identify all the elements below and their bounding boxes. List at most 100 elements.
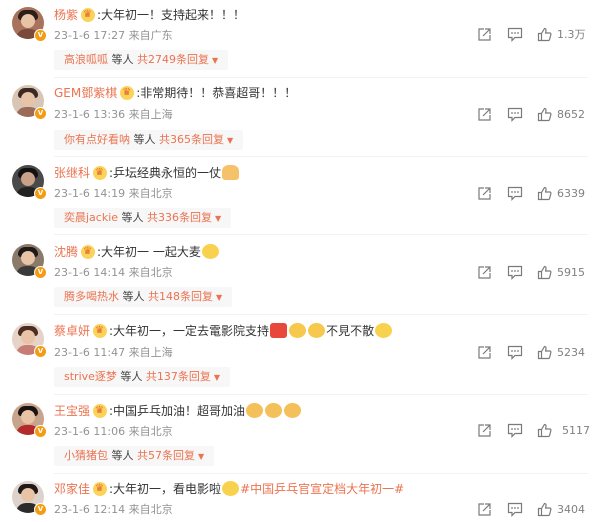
divider: [54, 234, 588, 235]
comment-icon[interactable]: [507, 265, 523, 281]
like-count: 5915: [557, 266, 585, 279]
like-icon[interactable]: [537, 107, 552, 123]
crown-icon: [81, 244, 96, 260]
reply-user[interactable]: 奕晨jackie: [64, 211, 118, 224]
like-icon[interactable]: [537, 27, 552, 43]
comment-text: :大年初一，一定去電影院支持: [109, 324, 270, 338]
like-icon[interactable]: [537, 186, 552, 202]
reply-mid-text: 等人: [122, 290, 145, 303]
forward-icon[interactable]: [477, 27, 492, 43]
comment-line: 王宝强:中国乒乓加油！超哥加油: [54, 403, 302, 419]
forward-icon[interactable]: [477, 186, 492, 202]
forward-icon[interactable]: [477, 423, 492, 439]
comment-text-tail: 不見不散: [326, 324, 375, 338]
comment-icon[interactable]: [507, 502, 523, 518]
sunglasses-icon: [375, 323, 393, 338]
folded-hands-icon: [222, 165, 240, 180]
comment-actions: 5117: [0, 423, 600, 439]
chevron-down-icon[interactable]: ▼: [227, 136, 233, 145]
comment-actions: 1.3万: [0, 27, 600, 43]
comment-text: :乒坛经典永恒的一仗: [109, 166, 222, 180]
chevron-down-icon[interactable]: ▼: [212, 56, 218, 65]
comment-line: 杨紫 :大年初一！支持起来！！！: [54, 7, 245, 23]
forward-icon[interactable]: [477, 265, 492, 281]
like-icon[interactable]: [537, 265, 552, 281]
reply-count[interactable]: 共365条回复: [159, 133, 224, 146]
point-left-icon: [289, 323, 307, 338]
comment-icon[interactable]: [507, 186, 523, 202]
username[interactable]: 蔡卓妍: [54, 324, 90, 338]
like-count: 3404: [557, 503, 585, 516]
reply-summary[interactable]: strive逐梦 等人 共137条回复 ▼: [54, 367, 231, 387]
comment-actions: 5915: [0, 265, 600, 281]
reply-user[interactable]: 小猜猪包: [64, 449, 108, 462]
point-left-icon: [308, 323, 326, 338]
comment-actions: 5234: [0, 345, 600, 361]
reply-user[interactable]: 高浪呱呱: [64, 53, 108, 66]
crown-icon: [93, 403, 108, 419]
reply-mid-text: 等人: [111, 449, 134, 462]
username[interactable]: 杨紫: [54, 8, 78, 22]
crown-icon: [93, 481, 108, 497]
like-count: 6339: [557, 187, 585, 200]
reply-count[interactable]: 共336条回复: [147, 211, 212, 224]
reply-count[interactable]: 共2749条回复: [137, 53, 209, 66]
username[interactable]: 邓家佳: [54, 482, 90, 496]
like-icon[interactable]: [537, 345, 552, 361]
comment-line: GEM鄧紫棋 :非常期待！！恭喜超哥！！！: [54, 85, 296, 101]
comment-icon[interactable]: [507, 423, 523, 439]
reply-summary[interactable]: 小猜猪包 等人 共57条回复 ▼: [54, 446, 215, 466]
crown-icon: [93, 323, 108, 339]
comment-icon[interactable]: [507, 345, 523, 361]
reply-mid-text: 等人: [121, 211, 144, 224]
fist-icon: [246, 403, 264, 418]
comment-text: :大年初一，看电影啦: [109, 482, 222, 496]
crown-icon: [81, 7, 96, 23]
like-icon[interactable]: [537, 423, 552, 439]
comment-line: 张继科 :乒坛经典永恒的一仗: [54, 165, 240, 181]
username[interactable]: 张继科: [54, 166, 90, 180]
chevron-down-icon[interactable]: ▼: [214, 373, 220, 382]
fist-icon: [284, 403, 302, 418]
hashtag-link[interactable]: #中国乒乓官宣定档大年初一#: [240, 482, 404, 496]
comment-icon[interactable]: [507, 107, 523, 123]
divider: [54, 156, 588, 157]
comment-line: 沈腾 :大年初一 一起大麦: [54, 244, 220, 260]
comment-actions: 8652: [0, 107, 600, 123]
reply-summary[interactable]: 你有点好看呐 等人 共365条回复 ▼: [54, 130, 244, 150]
username[interactable]: 沈腾: [54, 245, 78, 259]
divider: [54, 394, 588, 395]
reply-user[interactable]: 腾多喝热水: [64, 290, 119, 303]
surprised-icon: [222, 481, 240, 496]
chevron-down-icon[interactable]: ▼: [215, 214, 221, 223]
fist-icon: [265, 403, 283, 418]
reply-summary[interactable]: 奕晨jackie 等人 共336条回复 ▼: [54, 208, 232, 228]
like-count: 5234: [557, 346, 585, 359]
reply-summary[interactable]: 腾多喝热水 等人 共148条回复 ▼: [54, 287, 233, 307]
like-count: 8652: [557, 108, 585, 121]
comment-icon[interactable]: [507, 27, 523, 43]
chevron-down-icon[interactable]: ▼: [216, 293, 222, 302]
like-icon[interactable]: [537, 502, 552, 518]
reply-count[interactable]: 共137条回复: [146, 370, 211, 383]
reply-count[interactable]: 共148条回复: [148, 290, 213, 303]
chevron-down-icon[interactable]: ▼: [198, 452, 204, 461]
reply-count[interactable]: 共57条回复: [137, 449, 195, 462]
comment-text: :大年初一！支持起来！！！: [97, 8, 246, 22]
comment-line: 蔡卓妍 :大年初一，一定去電影院支持 不見不散: [54, 323, 393, 339]
username[interactable]: 王宝强: [54, 404, 90, 418]
comment-line: 邓家佳 :大年初一，看电影啦 #中国乒乓官宣定档大年初一#: [54, 481, 404, 497]
reply-summary[interactable]: 高浪呱呱 等人 共2749条回复 ▼: [54, 50, 229, 70]
jia-you-tag-icon: [270, 323, 288, 338]
forward-icon[interactable]: [477, 107, 492, 123]
grinning-sweat-icon: [201, 244, 219, 259]
comment-text: :非常期待！！恭喜超哥！！！: [136, 86, 297, 100]
username[interactable]: GEM鄧紫棋: [54, 86, 117, 100]
reply-user[interactable]: strive逐梦: [64, 370, 117, 383]
forward-icon[interactable]: [477, 502, 492, 518]
forward-icon[interactable]: [477, 345, 492, 361]
comment-text: :大年初一 一起大麦: [97, 245, 201, 259]
reply-user[interactable]: 你有点好看呐: [64, 133, 130, 146]
reply-mid-text: 等人: [111, 53, 134, 66]
crown-icon: [93, 165, 108, 181]
